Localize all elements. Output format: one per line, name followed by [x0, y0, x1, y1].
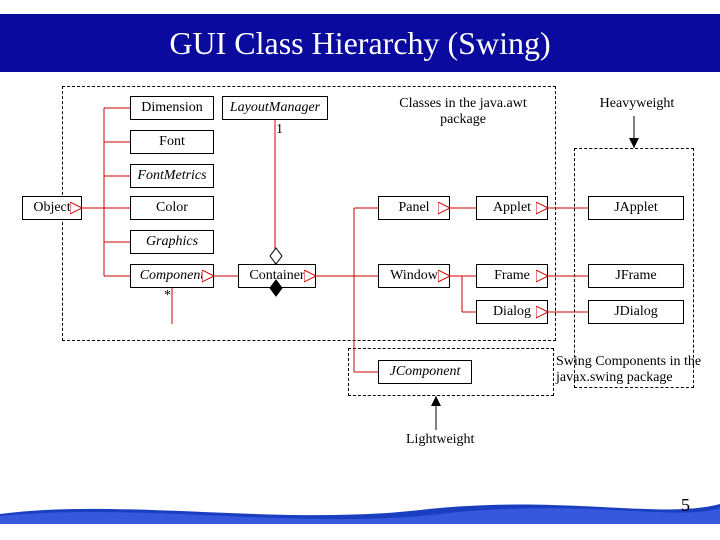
node-fontmetrics: FontMetrics	[130, 164, 214, 188]
node-graphics: Graphics	[130, 230, 214, 254]
title-band: GUI Class Hierarchy (Swing)	[0, 14, 720, 72]
node-frame: Frame	[476, 264, 548, 288]
node-object: Object	[22, 196, 82, 220]
node-japplet: JApplet	[588, 196, 684, 220]
label-star: *	[164, 288, 171, 304]
node-layoutmanager: LayoutManager	[222, 96, 328, 120]
page-title: GUI Class Hierarchy (Swing)	[169, 25, 550, 61]
node-color: Color	[130, 196, 214, 220]
node-applet: Applet	[476, 196, 548, 220]
label-one: 1	[276, 122, 283, 138]
page-number: 5	[681, 495, 690, 516]
label-awt-package: Classes in the java.awt package	[378, 96, 548, 128]
footer-wave	[0, 496, 720, 524]
node-dimension: Dimension	[130, 96, 214, 120]
label-heavyweight: Heavyweight	[582, 96, 692, 112]
node-container: Container	[238, 264, 316, 288]
node-panel: Panel	[378, 196, 450, 220]
node-font: Font	[130, 130, 214, 154]
node-dialog: Dialog	[476, 300, 548, 324]
node-jcomponent: JComponent	[378, 360, 472, 384]
slide: GUI Class Hierarchy (Swing) Object Dimen…	[0, 0, 720, 540]
label-lightweight: Lightweight	[406, 432, 474, 448]
node-jframe: JFrame	[588, 264, 684, 288]
node-component: Component	[130, 264, 214, 288]
label-swing-package: Swing Components in the javax.swing pack…	[556, 354, 716, 386]
node-window: Window	[378, 264, 450, 288]
node-jdialog: JDialog	[588, 300, 684, 324]
